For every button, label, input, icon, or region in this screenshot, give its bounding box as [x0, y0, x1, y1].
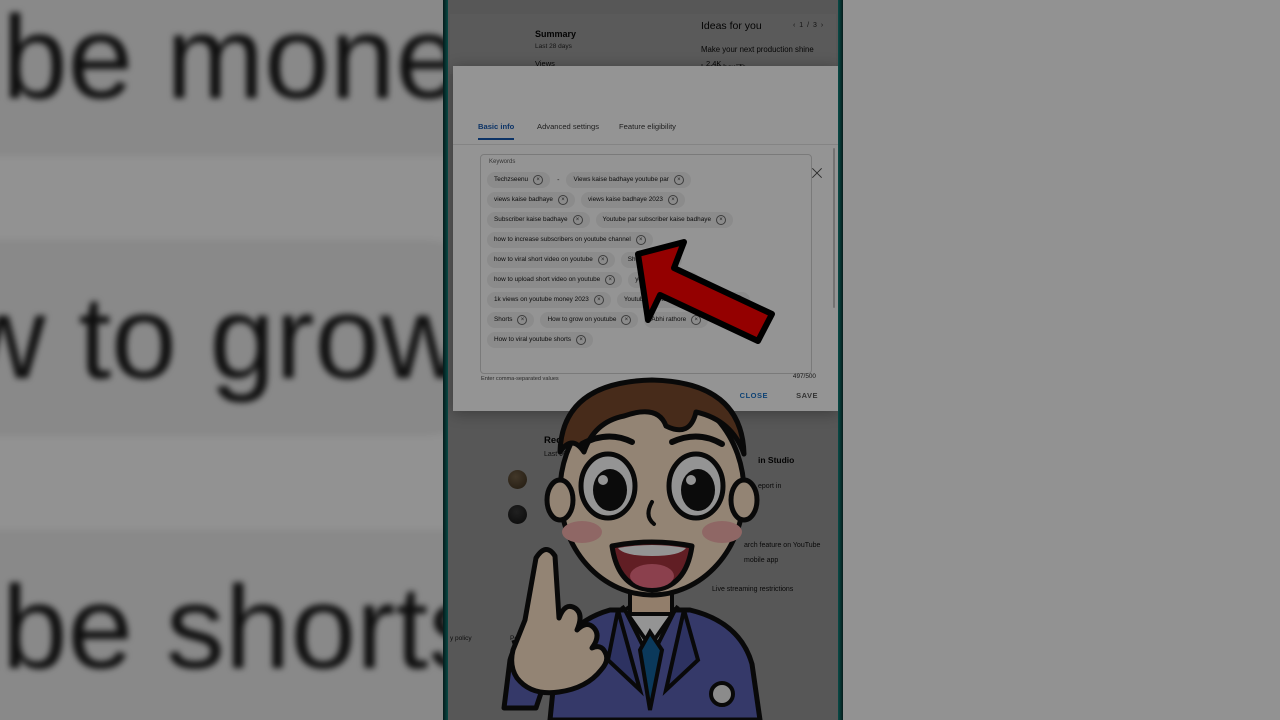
chip-remove-icon[interactable]: ×: [597, 255, 608, 265]
tab-feature-eligibility[interactable]: Feature eligibility: [619, 118, 676, 138]
background-chip-label: How to viral youtube shorts: [0, 562, 488, 694]
close-icon[interactable]: [810, 166, 824, 180]
keyword-chip[interactable]: Youtube par subscriber kaise badhaye ×: [595, 212, 734, 228]
keyword-chip[interactable]: Shorts ×: [487, 312, 535, 328]
dialog-tabs: Basic info Advanced settings Feature eli…: [453, 118, 838, 145]
chip-remove-icon[interactable]: ×: [533, 175, 544, 185]
keyword-chip[interactable]: how to increase subscribers on youtube c…: [487, 232, 653, 248]
background-chip-label: How to grow: [0, 272, 466, 404]
tab-basic-info[interactable]: Basic info: [478, 118, 515, 140]
keyword-chip[interactable]: How to viral youtube shorts ×: [487, 332, 594, 348]
chip-remove-icon[interactable]: ×: [667, 195, 678, 205]
screenshot-root: how to increase subscribers o how to vir…: [0, 0, 1280, 720]
chip-remove-icon[interactable]: ×: [716, 215, 727, 225]
keyword-chip-row: Techzseenu × - Views kaise badhaye youtube …: [487, 172, 807, 188]
keyword-chip-label: views kaise badhaye: [494, 195, 553, 203]
keywords-label: Keywords: [489, 159, 516, 165]
chip-remove-icon[interactable]: ×: [673, 175, 684, 185]
keyword-chip-label: 1k views on youtube money 2023: [494, 295, 589, 303]
dialog-scrollbar[interactable]: [832, 148, 835, 308]
keyword-chip-label: Views kaise badhaye youtube par: [573, 175, 669, 183]
chip-remove-icon[interactable]: ×: [572, 215, 583, 225]
keyword-chip[interactable]: views kaise badhaye 2023 ×: [580, 192, 685, 208]
pointing-arrow-icon: [635, 239, 775, 344]
keyword-chip-label: How to grow on youtube: [547, 315, 617, 323]
chip-remove-icon[interactable]: ×: [557, 195, 568, 205]
keyword-chip[interactable]: how to viral short video on youtube ×: [487, 252, 615, 268]
keyword-chip-row: views kaise badhaye × views kaise badhaye …: [487, 192, 807, 208]
keyword-chip-label: Techzseenu: [494, 175, 529, 183]
keyword-chip-label: how to upload short video on youtube: [494, 275, 601, 283]
tab-advanced-settings[interactable]: Advanced settings: [537, 118, 599, 138]
chip-separator: -: [557, 176, 560, 184]
keyword-chip-label: Youtube par subscriber kaise badhaye: [602, 215, 712, 223]
chip-remove-icon[interactable]: ×: [576, 335, 587, 345]
chip-remove-icon[interactable]: ×: [517, 315, 528, 325]
keyword-chip-label: How to viral youtube shorts: [494, 335, 572, 343]
keyword-chip[interactable]: views kaise badhaye ×: [487, 192, 575, 208]
keyword-chip-label: Shorts: [494, 315, 513, 323]
keyword-chip-row: Subscriber kaise badhaye × Youtube par sub…: [487, 212, 807, 228]
keyword-chip[interactable]: Views kaise badhaye youtube par ×: [566, 172, 691, 188]
keyword-chip-label: Subscriber kaise badhaye: [494, 215, 568, 223]
chip-remove-icon[interactable]: ×: [593, 295, 604, 305]
chip-remove-icon[interactable]: ×: [605, 275, 616, 285]
keyword-chip[interactable]: 1k views on youtube money 2023 ×: [487, 292, 611, 308]
keyword-chip[interactable]: Techzseenu ×: [487, 172, 551, 188]
cartoon-presenter-avatar: [501, 377, 763, 720]
keyword-chip[interactable]: how to upload short video on youtube ×: [487, 272, 623, 288]
background-chip: How to grow: [0, 240, 520, 436]
keyword-chip-label: how to increase subscribers on youtube c…: [494, 235, 631, 243]
keyword-chip[interactable]: How to grow on youtube ×: [540, 312, 639, 328]
keyword-chip[interactable]: Subscriber kaise badhaye ×: [487, 212, 590, 228]
keyword-chip-label: views kaise badhaye 2023: [587, 195, 663, 203]
keyword-chip-label: how to viral short video on youtube: [494, 255, 593, 263]
